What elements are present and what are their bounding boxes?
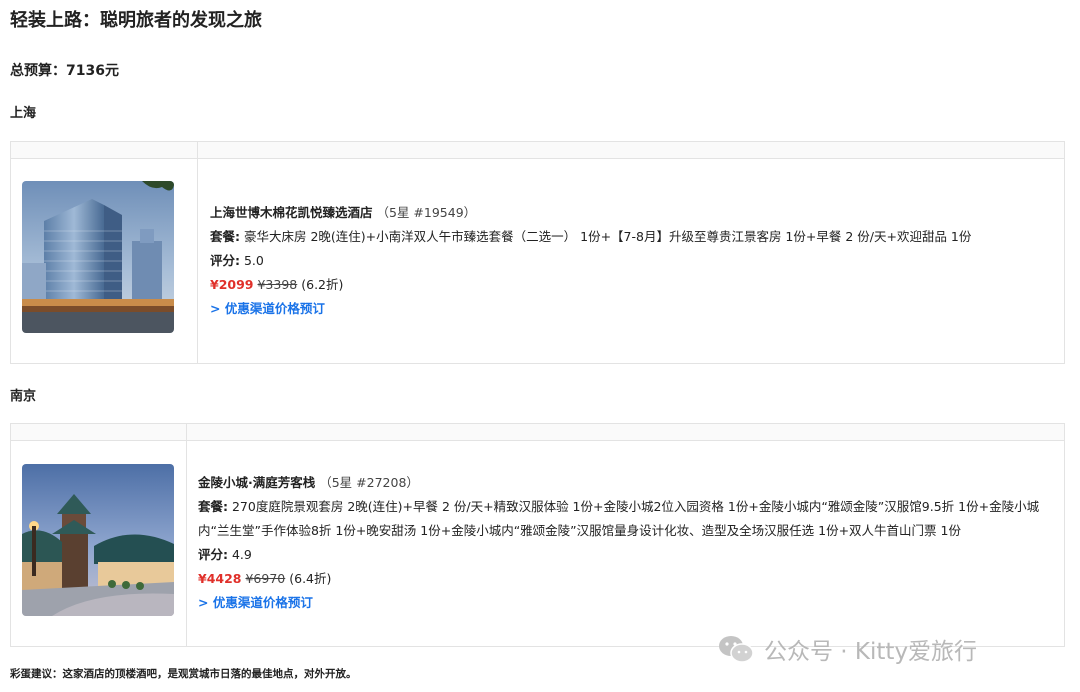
- discount: (6.4折): [289, 571, 332, 586]
- discount: (6.2折): [301, 277, 344, 292]
- package-label: 套餐:: [198, 499, 228, 514]
- card-divider: [197, 142, 198, 363]
- hotel-star-rank: （5星 #27208）: [319, 475, 419, 490]
- rating-label: 评分:: [198, 547, 228, 562]
- hotel-card-shanghai: 上海世博木棉花凯悦臻选酒店 （5星 #19549） 套餐: 豪华大床房 2晚(连…: [10, 141, 1065, 364]
- original-price: ¥3398: [257, 277, 298, 292]
- price-line: ¥2099 ¥3398 (6.2折): [210, 273, 971, 297]
- hotel-photo-shanghai: [22, 181, 174, 333]
- current-price: ¥2099: [210, 277, 254, 292]
- current-price: ¥4428: [198, 571, 242, 586]
- hotel-title-line: 金陵小城·满庭芳客栈 （5星 #27208）: [198, 471, 1048, 495]
- hotel-info-shanghai: 上海世博木棉花凯悦臻选酒店 （5星 #19549） 套餐: 豪华大床房 2晚(连…: [210, 201, 971, 321]
- hotel-image-shanghai[interactable]: [22, 181, 174, 333]
- package-line: 套餐: 270度庭院景观套房 2晚(连住)+早餐 2 份/天+精致汉服体验 1份…: [198, 495, 1048, 543]
- footer-tip: 彩蛋建议：这家酒店的顶楼酒吧，是观赏城市日落的最佳地点，对外开放。: [10, 668, 357, 680]
- rating-line: 评分: 4.9: [198, 543, 1048, 567]
- rating-line: 评分: 5.0: [210, 249, 971, 273]
- rating-label: 评分:: [210, 253, 240, 268]
- card-header: [11, 424, 1064, 441]
- original-price: ¥6970: [245, 571, 286, 586]
- city-heading-shanghai: 上海: [10, 106, 37, 121]
- watermark-text: 公众号 · Kitty爱旅行: [764, 639, 978, 665]
- hotel-info-nanjing: 金陵小城·满庭芳客栈 （5星 #27208） 套餐: 270度庭院景观套房 2晚…: [198, 471, 1048, 615]
- booking-link[interactable]: > 优惠渠道价格预订: [210, 301, 325, 316]
- package-label: 套餐:: [210, 229, 240, 244]
- hotel-name: 上海世博木棉花凯悦臻选酒店: [210, 205, 373, 220]
- hotel-photo-nanjing: [22, 464, 174, 616]
- hotel-title-line: 上海世博木棉花凯悦臻选酒店 （5星 #19549）: [210, 201, 971, 225]
- card-divider: [186, 424, 187, 646]
- package-text: 豪华大床房 2晚(连住)+小南洋双人午市臻选套餐（二选一） 1份+【7-8月】升…: [243, 229, 972, 244]
- package-line: 套餐: 豪华大床房 2晚(连住)+小南洋双人午市臻选套餐（二选一） 1份+【7-…: [210, 225, 971, 249]
- hotel-name: 金陵小城·满庭芳客栈: [198, 475, 316, 490]
- rating-value: 4.9: [231, 547, 252, 562]
- package-text: 270度庭院景观套房 2晚(连住)+早餐 2 份/天+精致汉服体验 1份+金陵小…: [198, 499, 1040, 538]
- wechat-icon: [719, 636, 754, 663]
- rating-value: 5.0: [243, 253, 264, 268]
- hotel-card-nanjing: 金陵小城·满庭芳客栈 （5星 #27208） 套餐: 270度庭院景观套房 2晚…: [10, 423, 1065, 647]
- price-line: ¥4428 ¥6970 (6.4折): [198, 567, 1048, 591]
- page-title: 轻装上路：聪明旅者的发现之旅: [10, 10, 262, 31]
- hotel-star-rank: （5星 #19549）: [376, 205, 477, 220]
- card-header: [11, 142, 1064, 159]
- hotel-image-nanjing[interactable]: [22, 464, 174, 616]
- city-heading-nanjing: 南京: [10, 389, 37, 404]
- total-budget: 总预算：7136元: [10, 63, 119, 79]
- watermark: 公众号 · Kitty爱旅行: [718, 632, 977, 666]
- booking-link[interactable]: > 优惠渠道价格预订: [198, 595, 313, 610]
